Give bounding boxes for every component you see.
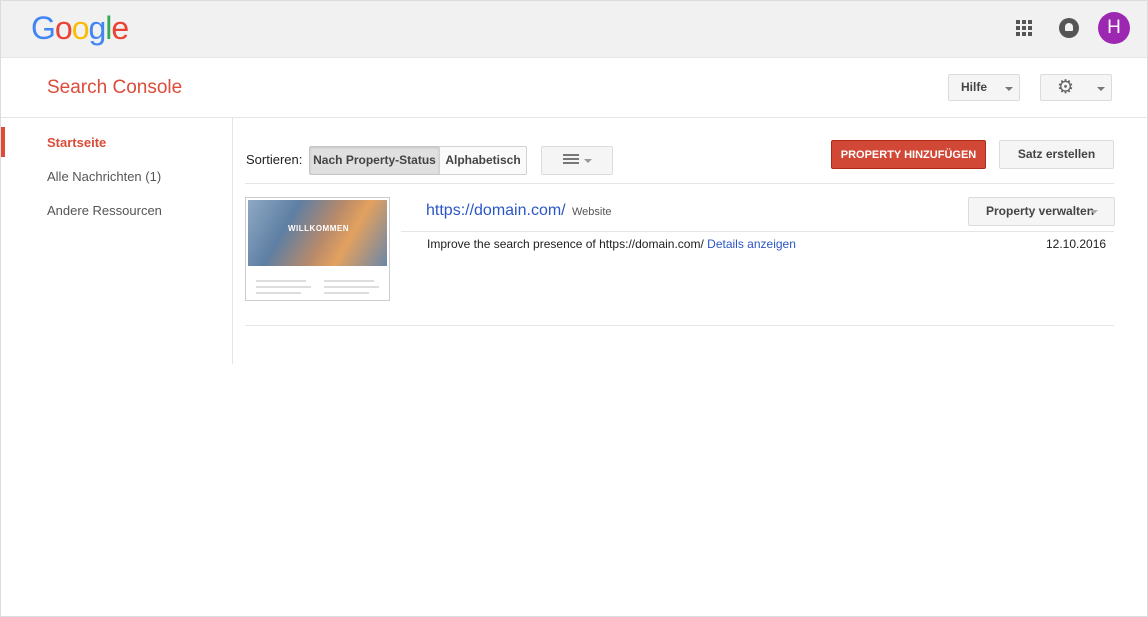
divider	[401, 231, 1114, 232]
logo-letter: g	[88, 10, 106, 46]
thumbnail-hero-image: WILLKOMMEN	[248, 200, 387, 266]
property-type-label: Website	[572, 206, 612, 218]
divider	[245, 183, 1114, 184]
create-set-button[interactable]: Satz erstellen	[999, 140, 1114, 169]
sidebar-item-other-resources[interactable]: Andere Ressourcen	[47, 203, 162, 218]
thumbnail-caption: WILLKOMMEN	[288, 224, 349, 233]
property-message-text: Improve the search presence of https://d…	[427, 237, 704, 251]
google-logo[interactable]: Google	[31, 10, 129, 46]
chevron-down-icon	[1097, 87, 1105, 91]
sidebar-item-startseite[interactable]: Startseite	[47, 135, 106, 150]
apps-grid-icon[interactable]	[1016, 20, 1032, 36]
logo-letter: o	[54, 10, 73, 46]
chevron-down-icon	[1090, 210, 1098, 214]
sidebar-item-messages[interactable]: Alle Nachrichten (1)	[47, 169, 161, 184]
manage-property-label: Property verwalten	[986, 204, 1095, 218]
help-button[interactable]: Hilfe	[948, 74, 1020, 101]
top-bar: Google H	[1, 1, 1147, 58]
chevron-down-icon	[584, 159, 592, 163]
page-title[interactable]: Search Console	[47, 77, 182, 99]
logo-letter: e	[111, 10, 129, 46]
divider	[232, 118, 233, 364]
message-date: 12.10.2016	[1046, 237, 1107, 251]
property-url-link[interactable]: https://domain.com/	[426, 202, 566, 220]
details-link[interactable]: Details anzeigen	[707, 237, 796, 251]
add-property-button[interactable]: PROPERTY HINZUFÜGEN	[831, 140, 986, 169]
gear-icon: ⚙	[1057, 77, 1075, 98]
logo-letter: G	[31, 10, 56, 46]
divider	[245, 325, 1114, 326]
thumbnail-text-line	[256, 292, 301, 294]
active-indicator	[1, 127, 5, 157]
help-button-label: Hilfe	[961, 80, 988, 94]
chevron-down-icon	[1005, 87, 1013, 91]
manage-property-button[interactable]: Property verwalten	[968, 197, 1115, 226]
bell-icon[interactable]	[1059, 18, 1079, 38]
sort-by-status-button[interactable]: Nach Property-Status	[309, 146, 440, 175]
divider	[1, 117, 1147, 118]
sort-alphabetical-button[interactable]: Alphabetisch	[439, 146, 527, 175]
thumbnail-text-line	[256, 280, 306, 282]
thumbnail-text-line	[324, 292, 369, 294]
thumbnail-text-line	[256, 286, 311, 288]
list-view-icon	[563, 154, 579, 166]
thumbnail-text-line	[324, 280, 374, 282]
property-message: Improve the search presence of https://d…	[427, 237, 796, 251]
site-thumbnail[interactable]: WILLKOMMEN	[245, 197, 390, 301]
sort-label: Sortieren:	[246, 152, 303, 167]
thumbnail-text-line	[324, 286, 379, 288]
avatar[interactable]: H	[1098, 12, 1130, 44]
logo-letter: o	[71, 10, 90, 46]
settings-button[interactable]: ⚙	[1040, 74, 1112, 101]
view-toggle-button[interactable]	[541, 146, 613, 175]
